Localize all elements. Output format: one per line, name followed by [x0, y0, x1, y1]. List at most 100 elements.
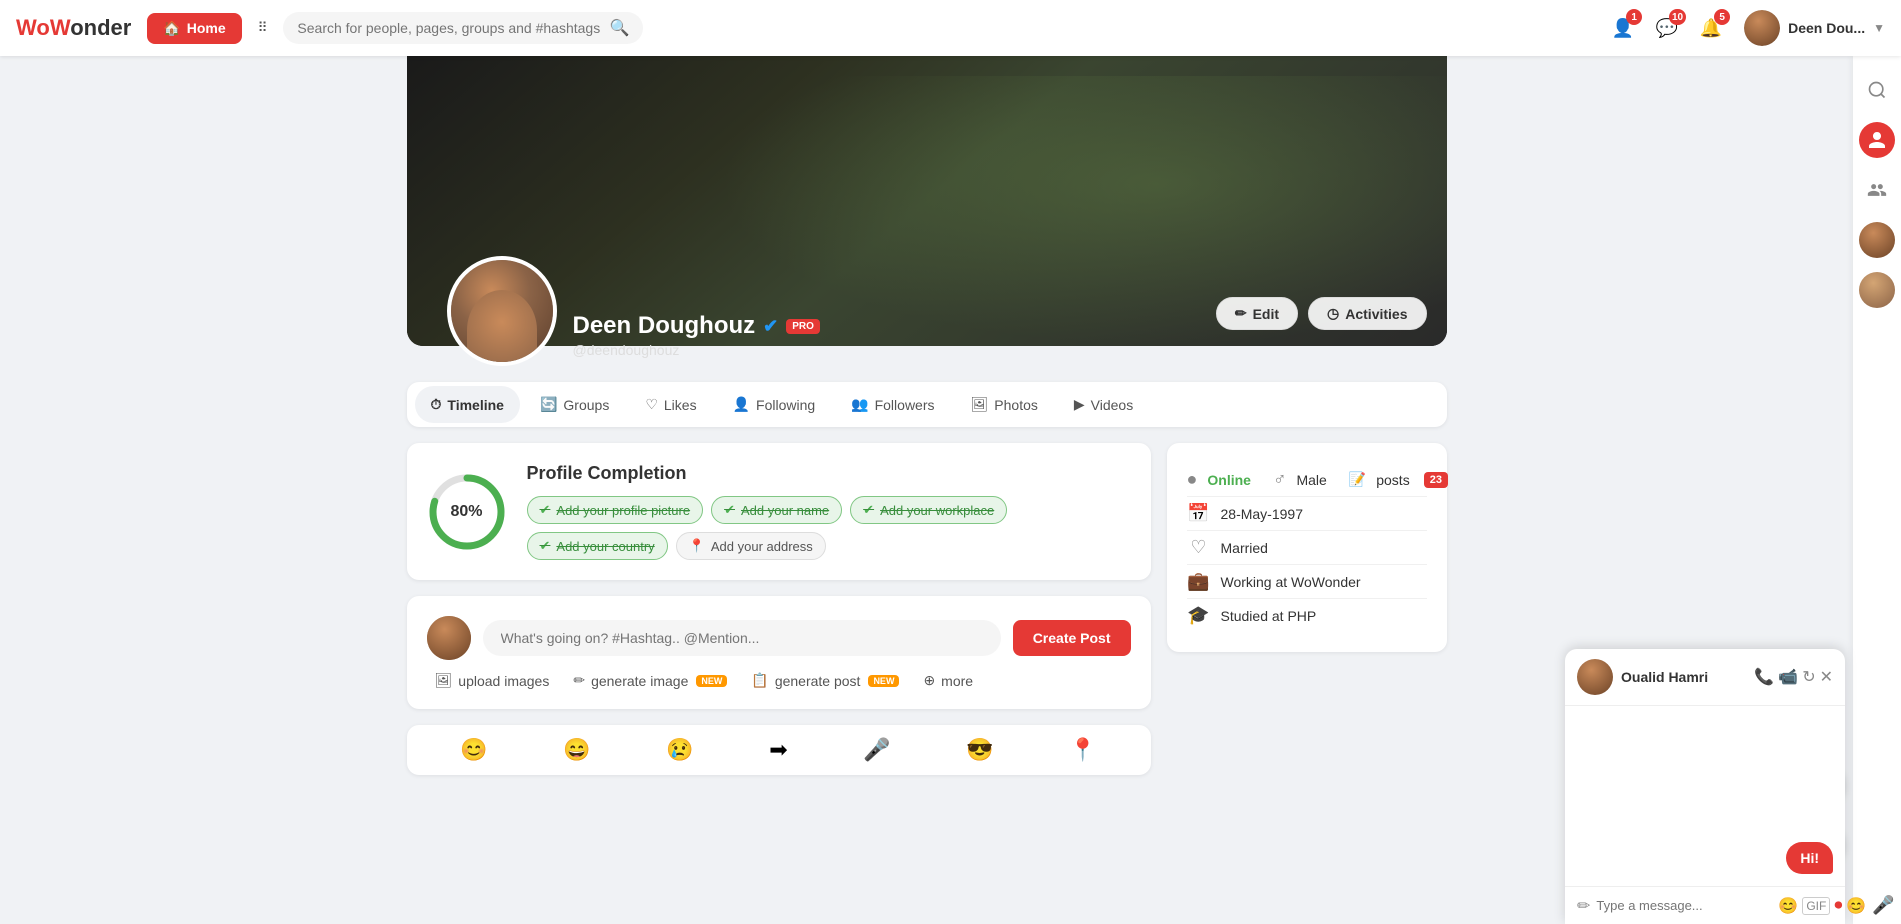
tag-name[interactable]: ✔ Add your name [711, 496, 842, 524]
sidebar-avatar-1[interactable] [1859, 222, 1895, 258]
profile-info: Deen Doughouz ✔ PRO @deendoughouz [573, 312, 820, 366]
photos-icon: 🖼 [971, 396, 989, 413]
chat-refresh-button[interactable]: ↻ [1802, 667, 1815, 687]
search-icon: 🔍 [610, 18, 630, 38]
sidebar-search-icon[interactable] [1859, 72, 1895, 108]
chat-close-button[interactable]: ✕ [1820, 667, 1833, 687]
sidebar-users-icon[interactable] [1859, 172, 1895, 208]
chat-emoji-2[interactable]: 😊 [1846, 896, 1866, 916]
emoji-laugh[interactable]: 😄 [563, 737, 590, 763]
edit-button[interactable]: ✏ Edit [1216, 297, 1298, 330]
posts-count-badge: 23 [1424, 472, 1448, 488]
tab-videos[interactable]: ▶ Videos [1058, 386, 1149, 423]
navbar: WoWonder 🏠 Home ⠿ 🔍 👤 1 💬 10 🔔 5 Deen Do… [0, 0, 1901, 56]
post-box-card: Create Post 🖼 upload images ✏ generate i… [407, 596, 1151, 709]
post-avatar [427, 616, 471, 660]
post-input-row: Create Post [427, 616, 1131, 660]
messages-button[interactable]: 💬 10 [1648, 9, 1686, 47]
chat-input-icons: 😊 GIF ⏺ 😊 [1778, 896, 1866, 916]
profile-completion-card: 80% Profile Completion ✔ Add your profil… [407, 443, 1151, 580]
tag-profile-picture[interactable]: ✔ Add your profile picture [527, 496, 704, 524]
checkmark-icon: ✔ [540, 502, 551, 518]
right-column: ● Online ♂ Male 📝 posts 23 📅 28-May-1997… [1167, 443, 1447, 775]
notifications-badge: 5 [1714, 9, 1730, 25]
chat-body: Hi! [1565, 706, 1845, 886]
user-menu[interactable]: Deen Dou... ▼ [1744, 10, 1885, 46]
post-actions: 🖼 upload images ✏ generate image NEW 📋 g… [427, 672, 1131, 689]
tab-following[interactable]: 👤 Following [717, 386, 832, 423]
chat-contact-avatar [1577, 659, 1613, 695]
gender-icon: ♂ [1273, 469, 1287, 490]
emoji-arrow[interactable]: ➡ [769, 737, 787, 763]
birthday-icon: 📅 [1187, 503, 1211, 524]
info-education: 🎓 Studied at PHP [1187, 599, 1427, 632]
groups-icon: 🔄 [540, 396, 557, 413]
apps-button[interactable]: ⠿ [252, 14, 274, 42]
search-input[interactable] [297, 20, 601, 36]
post-box: Create Post 🖼 upload images ✏ generate i… [427, 616, 1131, 689]
search-bar: 🔍 [283, 12, 643, 44]
likes-icon: ♡ [645, 396, 658, 413]
chat-input[interactable] [1596, 898, 1772, 913]
friends-button[interactable]: 👤 1 [1604, 9, 1642, 47]
timeline-icon: ⏱ [431, 396, 442, 413]
info-work: 💼 Working at WoWonder [1187, 565, 1427, 599]
chat-action-buttons: 📞 📹 ↻ ✕ [1754, 667, 1833, 687]
chat-phone-button[interactable]: 📞 [1754, 667, 1774, 687]
create-post-button[interactable]: Create Post [1013, 620, 1131, 656]
sidebar-avatar-2[interactable] [1859, 272, 1895, 308]
user-info-card: ● Online ♂ Male 📝 posts 23 📅 28-May-1997… [1167, 443, 1447, 652]
tag-country[interactable]: ✔ Add your country [527, 532, 668, 560]
generate-post-button[interactable]: 📋 generate post NEW [751, 672, 899, 689]
heart-icon: ♡ [1187, 537, 1211, 558]
chat-window: Oualid Hamri 📞 📹 ↻ ✕ Hi! ✏ 😊 GIF ⏺ 😊 🎤 [1565, 649, 1845, 924]
chat-video-button[interactable]: 📹 [1778, 667, 1798, 687]
new-badge: NEW [696, 675, 727, 687]
home-button[interactable]: 🏠 Home [147, 13, 241, 44]
emoji-cool[interactable]: 😎 [966, 737, 993, 763]
profile-handle: @deendoughouz [573, 342, 820, 358]
profile-area: Deen Doughouz ✔ PRO @deendoughouz [447, 256, 820, 366]
more-button[interactable]: ⊕ more [923, 672, 973, 689]
home-icon: 🏠 [163, 20, 180, 37]
upload-icon: 🖼 [435, 672, 453, 689]
activities-button[interactable]: ◷ Activities [1308, 297, 1426, 330]
friends-badge: 1 [1626, 9, 1642, 25]
info-birthday: 📅 28-May-1997 [1187, 497, 1427, 531]
username-label: Deen Dou... [1788, 20, 1865, 36]
chat-bubble: Hi! [1786, 842, 1833, 874]
emoji-smile[interactable]: 😊 [460, 737, 487, 763]
chat-mic-icon[interactable]: 🎤 [1872, 895, 1894, 916]
nav-icons: 👤 1 💬 10 🔔 5 Deen Dou... ▼ [1604, 9, 1885, 47]
chat-gif-icon[interactable]: GIF [1802, 897, 1830, 915]
chat-contact-name: Oualid Hamri [1621, 669, 1746, 685]
tab-photos[interactable]: 🖼 Photos [955, 386, 1054, 423]
sidebar-user-icon[interactable] [1859, 122, 1895, 158]
verified-icon: ✔ [763, 316, 778, 337]
notifications-button[interactable]: 🔔 5 [1692, 9, 1730, 47]
followers-icon: 👥 [851, 396, 868, 413]
chat-pencil-icon: ✏ [1577, 896, 1590, 916]
chat-emoji-1[interactable]: 😊 [1778, 896, 1798, 916]
edit-icon: ✏ [1235, 305, 1247, 322]
chat-record-icon[interactable]: ⏺ [1834, 897, 1842, 915]
emoji-bar: 😊 😄 😢 ➡ 🎤 😎 📍 [407, 725, 1151, 775]
tab-followers[interactable]: 👥 Followers [835, 386, 950, 423]
tab-timeline[interactable]: ⏱ Timeline [415, 386, 520, 423]
checkmark-icon: ✔ [863, 502, 874, 518]
cover-actions: ✏ Edit ◷ Activities [1216, 297, 1427, 330]
emoji-location[interactable]: 📍 [1069, 737, 1096, 763]
messages-badge: 10 [1669, 9, 1686, 25]
tag-workplace[interactable]: ✔ Add your workplace [850, 496, 1007, 524]
user-avatar [1744, 10, 1780, 46]
checkmark-icon: ✔ [540, 538, 551, 554]
tab-groups[interactable]: 🔄 Groups [524, 386, 625, 423]
tab-likes[interactable]: ♡ Likes [629, 386, 712, 423]
content-area: 80% Profile Completion ✔ Add your profil… [407, 443, 1447, 775]
emoji-mic[interactable]: 🎤 [863, 737, 890, 763]
upload-images-button[interactable]: 🖼 upload images [435, 672, 550, 689]
emoji-cry[interactable]: 😢 [666, 737, 693, 763]
generate-image-button[interactable]: ✏ generate image NEW [573, 672, 727, 689]
post-input[interactable] [483, 620, 1001, 656]
tag-address[interactable]: 📍 Add your address [676, 532, 826, 560]
